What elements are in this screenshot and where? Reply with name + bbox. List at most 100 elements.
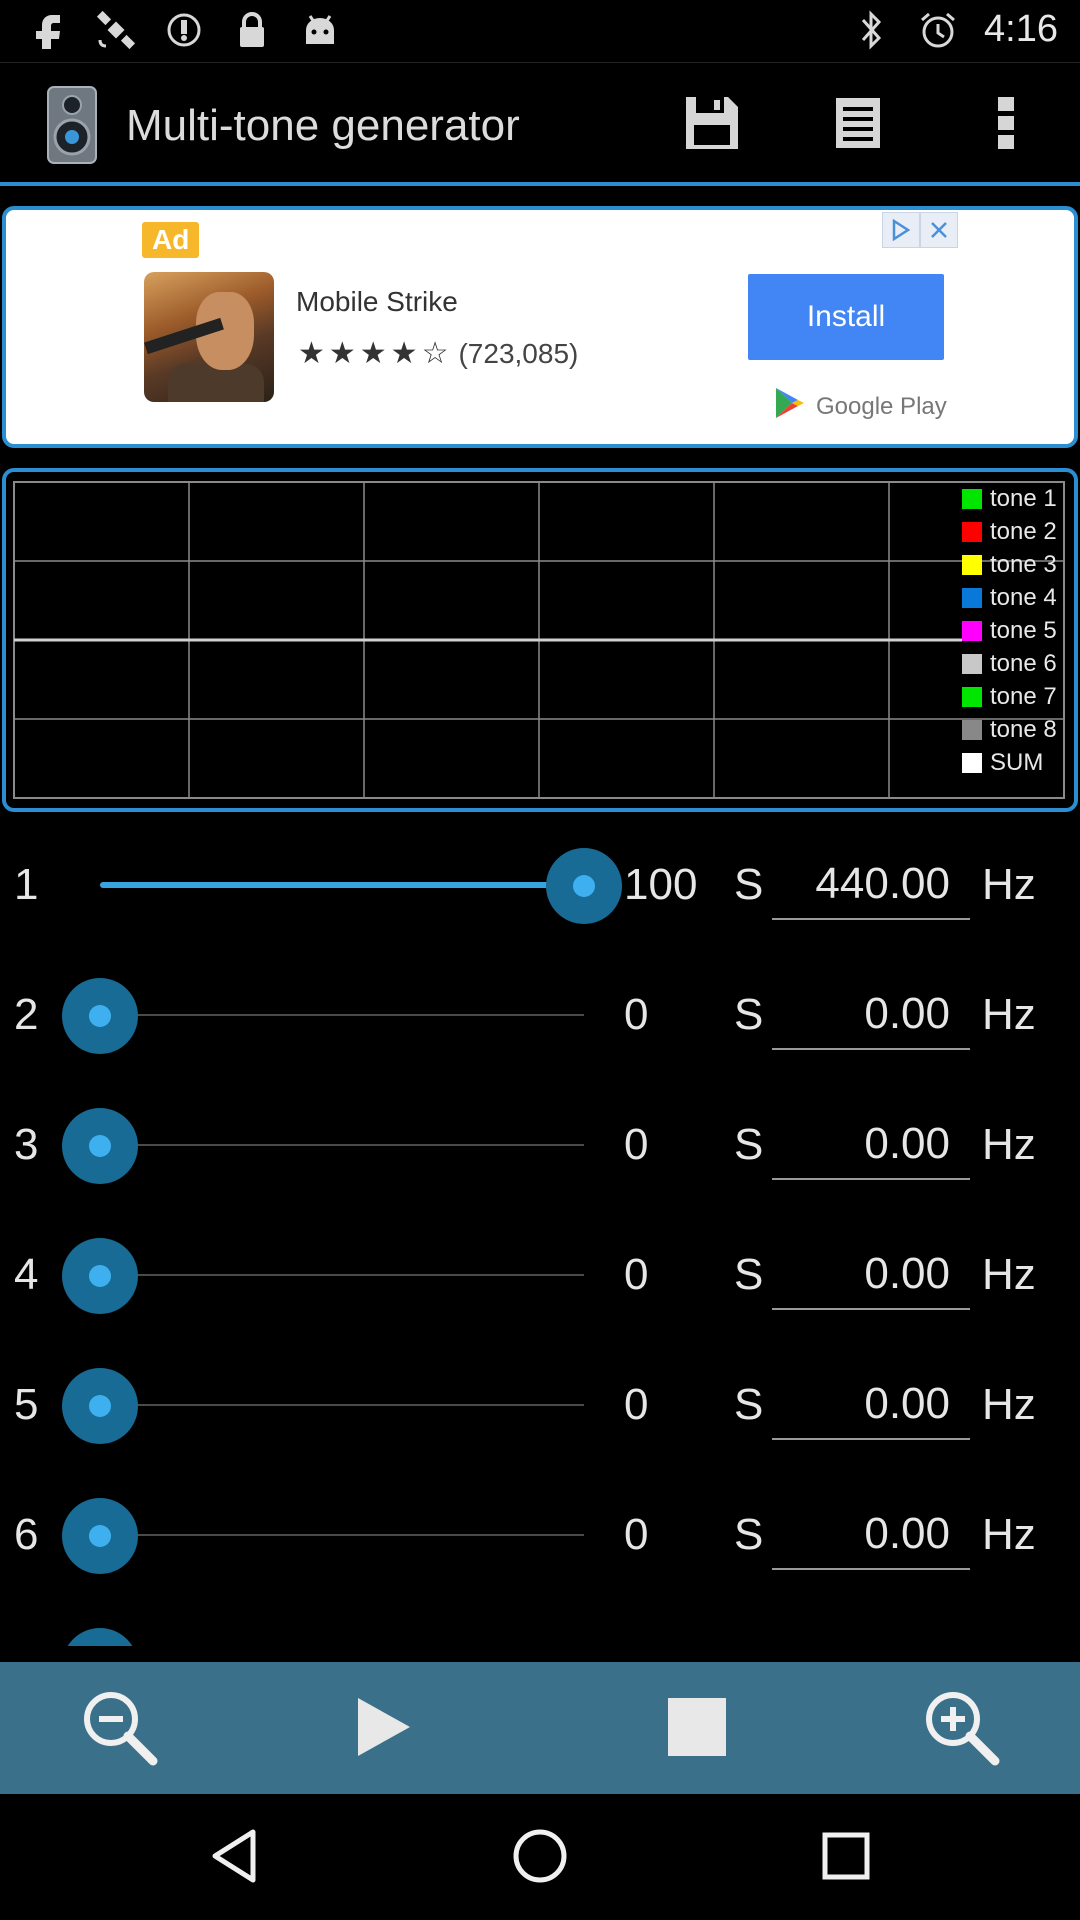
volume-value: 0 xyxy=(624,1120,649,1169)
legend-item: tone 3 xyxy=(962,548,1057,581)
solo-toggle[interactable]: S xyxy=(734,1640,763,1646)
back-button[interactable] xyxy=(196,1820,272,1896)
sync-icon xyxy=(164,10,204,50)
legend-item: tone 6 xyxy=(962,647,1057,680)
recents-icon xyxy=(821,1831,871,1886)
solo-toggle[interactable]: S xyxy=(734,990,763,1040)
volume-slider-track[interactable] xyxy=(100,1534,584,1536)
frequency-input[interactable] xyxy=(772,980,970,1050)
slider-thumb-dot xyxy=(89,1395,111,1417)
back-icon xyxy=(209,1828,259,1889)
volume-value: 100 xyxy=(624,860,698,909)
play-button[interactable] xyxy=(336,1684,426,1774)
volume-slider-thumb[interactable] xyxy=(62,1108,138,1184)
tone-row: 4 0 S Hz xyxy=(0,1210,1080,1340)
ad-rating-count: (723,085) xyxy=(458,337,579,369)
app-bar-divider xyxy=(0,182,1080,186)
zoom-in-icon xyxy=(919,1685,1003,1774)
frequency-input[interactable] xyxy=(772,1240,970,1310)
ad-app-image[interactable] xyxy=(144,272,274,402)
facebook-icon xyxy=(28,10,68,50)
volume-slider-track[interactable] xyxy=(100,1144,584,1146)
install-button[interactable]: Install xyxy=(748,274,944,360)
ad-banner[interactable]: Ad Mobile Strike ★★★★☆ (723,085) Install… xyxy=(2,206,1078,448)
save-button[interactable] xyxy=(680,93,744,157)
legend-swatch xyxy=(962,686,982,707)
status-time: 4:16 xyxy=(984,8,1058,50)
volume-slider-track[interactable] xyxy=(100,1274,584,1276)
solo-toggle[interactable]: S xyxy=(734,1380,763,1430)
more-options-button[interactable] xyxy=(974,93,1038,157)
save-icon xyxy=(684,95,740,156)
legend-item: tone 5 xyxy=(962,614,1057,647)
legend-label: tone 6 xyxy=(990,649,1057,677)
tone-list[interactable]: 1 100 S Hz 2 0 S Hz 3 0 S Hz 4 0 S Hz 5 0 S Hz 6 0 S Hz 7 0 S Hz xyxy=(0,820,1080,1646)
frequency-input[interactable] xyxy=(772,1370,970,1440)
volume-slider-thumb[interactable] xyxy=(62,1368,138,1444)
volume-slider-thumb[interactable] xyxy=(62,1628,138,1646)
slider-thumb-dot xyxy=(573,875,595,897)
list-button[interactable] xyxy=(826,93,890,157)
volume-slider-track[interactable] xyxy=(100,882,584,888)
legend-item: tone 7 xyxy=(962,680,1057,713)
frequency-unit: Hz xyxy=(982,1510,1036,1559)
frequency-input[interactable] xyxy=(772,1500,970,1570)
stop-button[interactable] xyxy=(652,1684,742,1774)
home-button[interactable] xyxy=(502,1820,578,1896)
volume-value: 0 xyxy=(624,1380,649,1429)
solo-toggle[interactable]: S xyxy=(734,860,763,910)
frequency-input[interactable] xyxy=(772,1630,970,1646)
tone-number: 3 xyxy=(14,1120,39,1169)
ad-badge: Ad xyxy=(142,222,200,258)
volume-slider-thumb[interactable] xyxy=(62,1238,138,1314)
google-play-icon xyxy=(774,386,806,427)
frequency-input[interactable] xyxy=(772,1110,970,1180)
solo-toggle[interactable]: S xyxy=(734,1510,763,1560)
legend-label: tone 8 xyxy=(990,715,1057,743)
frequency-unit: Hz xyxy=(982,860,1036,909)
legend-label: tone 7 xyxy=(990,682,1057,710)
ad-rating-stars: ★★★★☆ xyxy=(298,337,453,370)
ad-choices[interactable] xyxy=(882,212,958,248)
tone-number: 6 xyxy=(14,1510,39,1559)
tone-row: 6 0 S Hz xyxy=(0,1470,1080,1600)
volume-slider-thumb[interactable] xyxy=(62,1498,138,1574)
solo-toggle[interactable]: S xyxy=(734,1250,763,1300)
app-bar: Multi-tone generator xyxy=(0,62,1080,184)
legend-label: tone 2 xyxy=(990,517,1057,545)
stop-icon xyxy=(666,1696,728,1763)
zoom-out-button[interactable] xyxy=(74,1684,164,1774)
legend-swatch xyxy=(962,554,982,575)
legend-swatch xyxy=(962,752,982,773)
tone-row: 2 0 S Hz xyxy=(0,950,1080,1080)
android-icon xyxy=(300,10,340,50)
volume-value: 0 xyxy=(624,1510,649,1559)
status-left-icons xyxy=(28,10,340,50)
tone-row: 1 100 S Hz xyxy=(0,820,1080,950)
frequency-unit: Hz xyxy=(982,1380,1036,1429)
tone-number: 7 xyxy=(14,1640,54,1646)
alarm-icon xyxy=(918,10,958,50)
frequency-unit: Hz xyxy=(982,1250,1036,1299)
close-icon[interactable] xyxy=(920,212,958,248)
legend-swatch xyxy=(962,653,982,674)
tone-number: 5 xyxy=(14,1380,39,1429)
legend-item: tone 8 xyxy=(962,713,1057,746)
volume-slider-track[interactable] xyxy=(100,1404,584,1406)
tone-row: 7 0 S Hz xyxy=(0,1600,1080,1646)
volume-slider-thumb[interactable] xyxy=(62,978,138,1054)
tone-number: 1 xyxy=(14,860,39,909)
speaker-icon xyxy=(46,85,98,165)
ad-choices-icon[interactable] xyxy=(882,212,920,248)
list-icon xyxy=(835,97,881,154)
zoom-in-button[interactable] xyxy=(916,1684,1006,1774)
frequency-input[interactable] xyxy=(772,850,970,920)
volume-slider-thumb[interactable] xyxy=(546,848,622,924)
solo-toggle[interactable]: S xyxy=(734,1120,763,1170)
volume-slider-fill xyxy=(100,882,584,888)
recents-button[interactable] xyxy=(808,1820,884,1896)
ad-app-name[interactable]: Mobile Strike xyxy=(296,286,458,318)
oscilloscope-panel[interactable] xyxy=(2,468,1078,812)
legend-label: tone 1 xyxy=(990,484,1057,512)
volume-slider-track[interactable] xyxy=(100,1014,584,1016)
